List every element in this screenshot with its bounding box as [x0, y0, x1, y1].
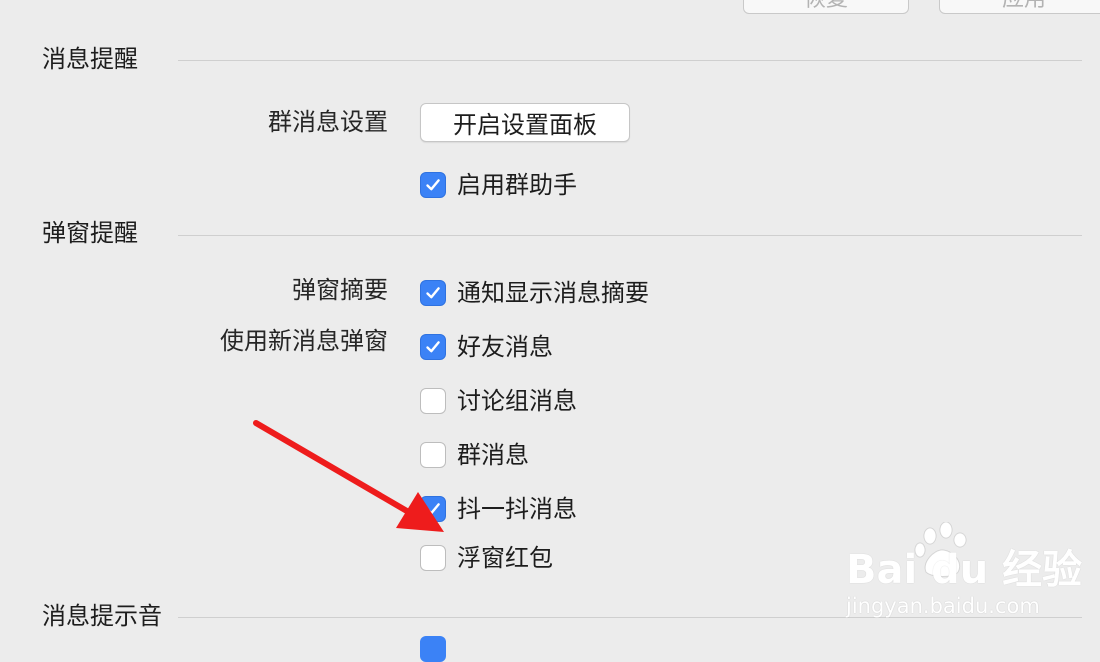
red-arrow-icon — [253, 420, 444, 532]
